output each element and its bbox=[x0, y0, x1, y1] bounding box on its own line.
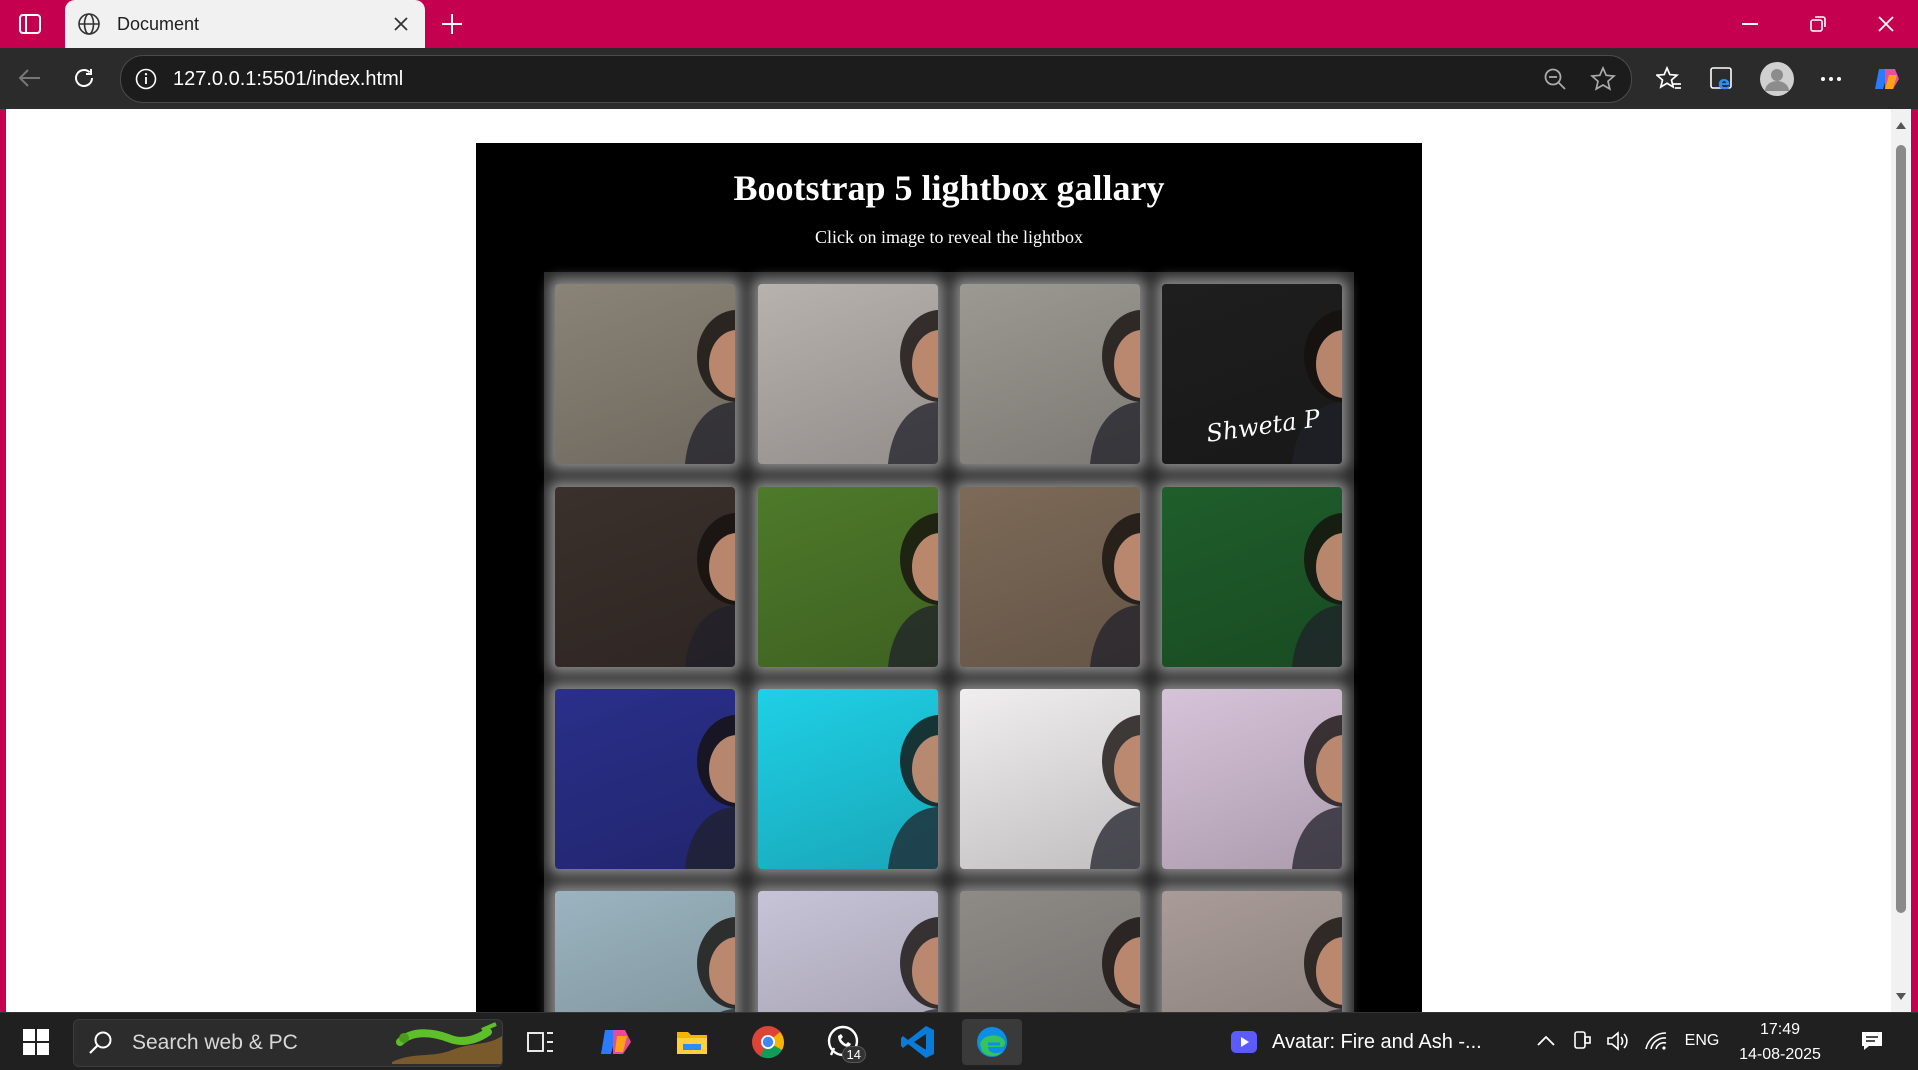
scrollbar-thumb[interactable] bbox=[1896, 145, 1906, 913]
copilot-taskbar-icon[interactable] bbox=[586, 1019, 646, 1065]
site-info-icon[interactable] bbox=[133, 66, 159, 92]
gallery-photo-sitting-on-bench[interactable] bbox=[960, 487, 1140, 667]
search-icon bbox=[89, 1031, 112, 1054]
show-hidden-icons-chevron-icon[interactable] bbox=[1534, 1025, 1558, 1057]
file-explorer-icon[interactable] bbox=[662, 1019, 722, 1065]
video-player-icon bbox=[1231, 1031, 1257, 1053]
gallery-photo-portrait-looking-up[interactable] bbox=[758, 891, 938, 1012]
photo-subject-icon bbox=[685, 310, 735, 464]
more-options-icon[interactable] bbox=[1810, 58, 1852, 100]
task-view-icon[interactable] bbox=[510, 1019, 570, 1065]
restore-button[interactable] bbox=[1784, 0, 1852, 48]
copilot-icon[interactable] bbox=[1866, 58, 1908, 100]
photo-subject-icon bbox=[697, 917, 735, 1012]
photo-subject-icon bbox=[1292, 715, 1342, 869]
gallery-photo-close-up-selfie[interactable] bbox=[555, 487, 735, 667]
photo-subject-icon bbox=[1090, 715, 1140, 869]
scroll-down-arrow-icon[interactable] bbox=[1895, 990, 1907, 1002]
address-bar[interactable]: 127.0.0.1:5501/index.html bbox=[120, 55, 1632, 103]
photo-subject-icon bbox=[1102, 917, 1140, 1012]
search-placeholder: Search web & PC bbox=[132, 1031, 298, 1054]
scroll-up-arrow-icon[interactable] bbox=[1895, 119, 1907, 131]
page-heading: Bootstrap 5 lightbox gallary bbox=[733, 168, 1165, 208]
whatsapp-unread-badge: 14 bbox=[841, 1046, 866, 1063]
photo-subject-icon bbox=[685, 513, 735, 667]
photo-subject-icon bbox=[685, 715, 735, 869]
new-tab-button[interactable] bbox=[432, 4, 472, 44]
gallery-photo-selfie-with-dog[interactable] bbox=[1162, 891, 1342, 1012]
taskbar-search-box[interactable]: Search web & PC bbox=[73, 1019, 503, 1067]
taskbar: Search web & PC 14 Avatar: Fire and Ash … bbox=[0, 1012, 1918, 1070]
gallery-photo-portrait-dark-background[interactable] bbox=[960, 284, 1140, 464]
minimize-button[interactable] bbox=[1716, 0, 1784, 48]
browser-toolbar: 127.0.0.1:5501/index.html e bbox=[0, 48, 1918, 109]
photo-subject-icon bbox=[900, 917, 938, 1012]
url-text[interactable]: 127.0.0.1:5501/index.html bbox=[173, 68, 1535, 91]
chrome-icon[interactable] bbox=[738, 1019, 798, 1065]
wifi-icon[interactable] bbox=[1642, 1025, 1670, 1057]
gallery-photo-group-photo-at-fort-gate[interactable] bbox=[555, 284, 735, 464]
photo-subject-icon bbox=[888, 715, 938, 869]
page-subtitle: Click on image to reveal the lightbox bbox=[815, 227, 1083, 247]
close-tab-icon[interactable] bbox=[385, 8, 417, 40]
notifications-icon[interactable] bbox=[1854, 1025, 1890, 1057]
clock[interactable]: 17:49 14-08-2025 bbox=[1720, 1017, 1840, 1067]
clock-date: 14-08-2025 bbox=[1739, 1046, 1821, 1063]
volume-icon[interactable] bbox=[1604, 1025, 1632, 1057]
profile-avatar[interactable] bbox=[1756, 58, 1798, 100]
title-bar: Document bbox=[0, 0, 1918, 48]
gallery-page: Bootstrap 5 lightbox gallary Click on im… bbox=[476, 143, 1422, 1012]
photo-subject-icon bbox=[888, 310, 938, 464]
globe-icon bbox=[77, 12, 101, 36]
tab-actions-icon[interactable] bbox=[8, 8, 52, 40]
language-indicator[interactable]: ENG bbox=[1680, 1025, 1724, 1057]
windows-start-icon[interactable] bbox=[6, 1019, 66, 1065]
refresh-icon[interactable] bbox=[64, 58, 104, 98]
vscode-icon[interactable] bbox=[888, 1019, 948, 1065]
vertical-scrollbar[interactable] bbox=[1891, 109, 1911, 1012]
svg-text:e: e bbox=[1718, 73, 1730, 93]
gallery-photo-swimming-pool[interactable] bbox=[758, 689, 938, 869]
gallery-photo-portrait-red-outfit[interactable] bbox=[555, 891, 735, 1012]
gallery-photo-portrait-hand-on-chin[interactable] bbox=[758, 284, 938, 464]
ie-mode-icon[interactable]: e bbox=[1702, 58, 1744, 100]
tab-title: Document bbox=[117, 13, 200, 34]
edge-browser-icon[interactable] bbox=[962, 1019, 1022, 1065]
gallery-photo-green-lights-traditional-dress[interactable] bbox=[1162, 487, 1342, 667]
page-viewport: Bootstrap 5 lightbox gallary Click on im… bbox=[6, 109, 1891, 1012]
photo-subject-icon bbox=[1304, 917, 1342, 1012]
gallery-photo-selfie-with-mehndi[interactable] bbox=[1162, 689, 1342, 869]
zoom-out-icon[interactable] bbox=[1535, 59, 1575, 99]
back-arrow-icon[interactable] bbox=[10, 58, 50, 98]
clock-time: 17:49 bbox=[1759, 1021, 1801, 1038]
gallery-photo-portrait-with-signature[interactable]: Shweta P bbox=[1162, 284, 1342, 464]
gallery-photo-portrait-in-blazer-garden[interactable] bbox=[758, 487, 938, 667]
browser-tab[interactable]: Document bbox=[65, 0, 425, 48]
gallery-photo-framed-portrait[interactable] bbox=[960, 689, 1140, 869]
favorites-icon[interactable] bbox=[1648, 58, 1690, 100]
photo-subject-icon bbox=[888, 513, 938, 667]
gallery-grid: Shweta P bbox=[544, 272, 1354, 1012]
camera-mic-icon[interactable] bbox=[1570, 1025, 1594, 1057]
whatsapp-icon[interactable]: 14 bbox=[814, 1019, 874, 1065]
photo-subject-icon bbox=[1090, 513, 1140, 667]
favorite-star-icon[interactable] bbox=[1583, 59, 1623, 99]
close-window-button[interactable] bbox=[1852, 0, 1918, 48]
gallery-photo-blue-neon-lights[interactable] bbox=[555, 689, 735, 869]
gallery-photo-portrait-hand-on-chin-2[interactable] bbox=[960, 891, 1140, 1012]
media-widget[interactable]: Avatar: Fire and Ash -... bbox=[1230, 1019, 1520, 1065]
photo-subject-icon bbox=[1090, 310, 1140, 464]
photo-subject-icon bbox=[1292, 513, 1342, 667]
media-title: Avatar: Fire and Ash -... bbox=[1272, 1030, 1482, 1053]
lizard-illustration-icon bbox=[392, 1022, 502, 1064]
